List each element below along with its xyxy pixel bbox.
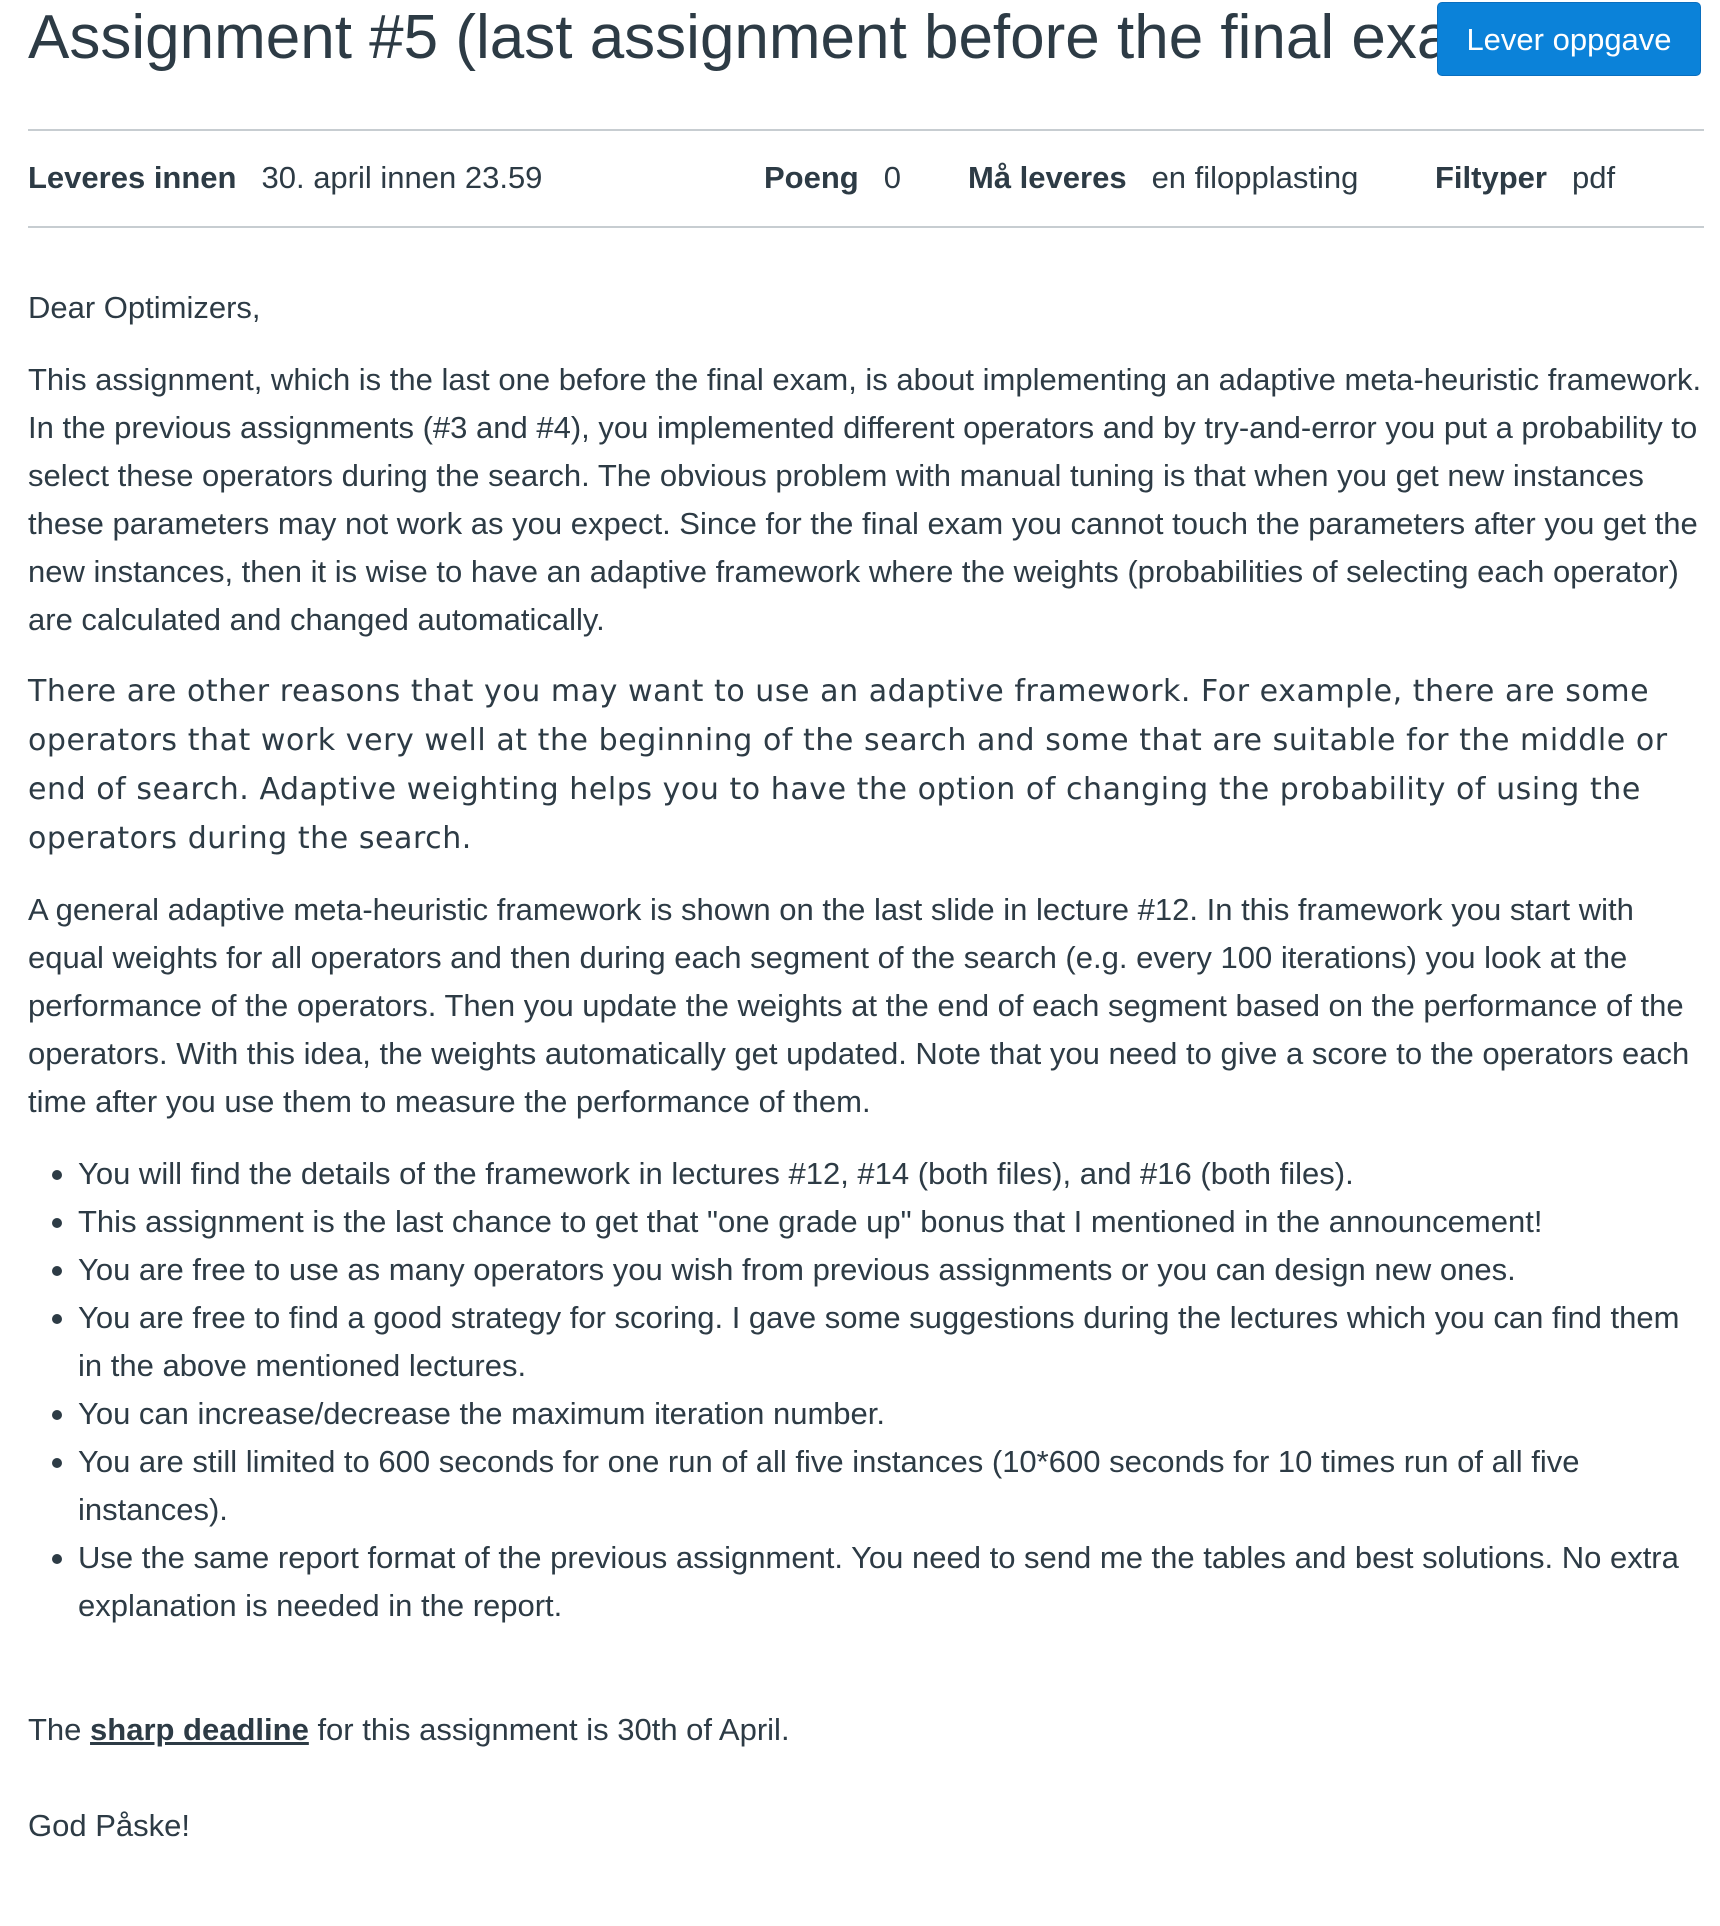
divider-bottom	[28, 226, 1704, 228]
intro-paragraph: This assignment, which is the last one b…	[28, 356, 1708, 644]
submitting-group: Må leveres en filopplasting	[968, 160, 1435, 196]
due-label: Leveres innen	[28, 160, 237, 195]
points-value: 0	[883, 160, 901, 195]
filetypes-label: Filtyper	[1435, 160, 1547, 195]
filetypes-value: pdf	[1571, 160, 1616, 195]
assignment-page: Assignment #5 (last assignment before th…	[0, 0, 1720, 1926]
submitting-label: Må leveres	[968, 160, 1127, 195]
points-group: Poeng 0	[764, 160, 968, 196]
deadline-suffix: for this assignment is 30th of April.	[308, 1712, 790, 1747]
assignment-description: Dear Optimizers, This assignment, which …	[28, 284, 1708, 1850]
list-item: You can increase/decrease the maximum it…	[52, 1390, 1708, 1438]
filetypes-group: Filtyper pdf	[1435, 160, 1615, 196]
list-item: You are still limited to 600 seconds for…	[52, 1438, 1708, 1534]
framework-paragraph: A general adaptive meta-heuristic framew…	[28, 892, 1690, 1119]
list-item: You are free to use as many operators yo…	[52, 1246, 1708, 1294]
intro-text-2: In the previous assignments (#3 and #4),…	[28, 410, 1698, 637]
list-item: Use the same report format of the previo…	[52, 1534, 1708, 1630]
sharp-deadline-link[interactable]: sharp deadline	[90, 1712, 309, 1747]
due-value: 30. april innen 23.59	[261, 160, 543, 195]
due-date-group: Leveres innen 30. april innen 23.59	[28, 160, 764, 196]
intro-text-1: This assignment, which is the last one b…	[28, 362, 1702, 397]
closing-text: God Påske!	[28, 1808, 190, 1843]
list-item: This assignment is the last chance to ge…	[52, 1198, 1708, 1246]
submitting-value: en filopplasting	[1151, 160, 1359, 195]
reasons-paragraph: There are other reasons that you may wan…	[28, 674, 1668, 856]
assignment-details: Leveres innen 30. april innen 23.59 Poen…	[28, 150, 1615, 206]
deadline-paragraph: The sharp deadline for this assignment i…	[28, 1706, 1708, 1754]
list-item: You will find the details of the framewo…	[52, 1150, 1708, 1198]
points-label: Poeng	[764, 160, 859, 195]
list-item: You are free to find a good strategy for…	[52, 1294, 1708, 1390]
divider-top	[28, 129, 1704, 131]
submit-assignment-button[interactable]: Lever oppgave	[1437, 2, 1701, 76]
requirements-list: You will find the details of the framewo…	[28, 1150, 1708, 1630]
deadline-prefix: The	[28, 1712, 91, 1747]
greeting: Dear Optimizers,	[28, 290, 261, 325]
page-title: Assignment #5 (last assignment before th…	[28, 3, 1524, 72]
